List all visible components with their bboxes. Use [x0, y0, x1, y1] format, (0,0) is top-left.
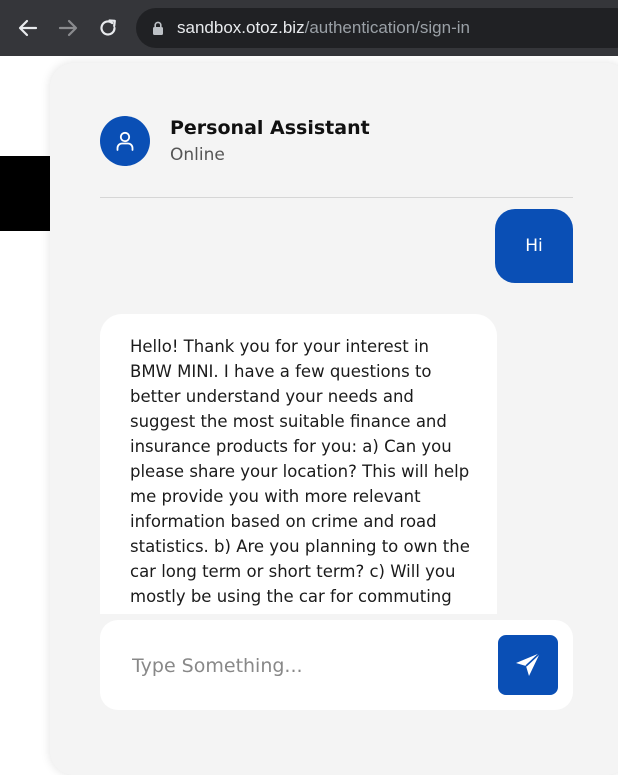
send-button[interactable] [498, 635, 558, 695]
assistant-message: Hello! Thank you for your interest in BM… [100, 314, 497, 614]
assistant-avatar [100, 116, 150, 166]
assistant-name: Personal Assistant [170, 117, 370, 139]
url-path: /authentication/sign-in [304, 18, 470, 37]
user-message-text: Hi [525, 236, 543, 256]
lock-icon [153, 21, 163, 35]
assistant-message-text: Hello! Thank you for your interest in BM… [130, 337, 470, 614]
chat-panel: Personal Assistant Online Hi Hello! Than… [50, 63, 618, 775]
user-icon [116, 131, 134, 151]
user-message: Hi [495, 209, 573, 283]
send-icon [516, 652, 541, 676]
browser-toolbar: sandbox.otoz.biz/authentication/sign-in [0, 0, 618, 56]
reload-icon [100, 19, 116, 36]
arrow-right-icon [58, 19, 78, 37]
header-divider [100, 197, 573, 198]
url-text: sandbox.otoz.biz/authentication/sign-in [177, 17, 470, 39]
url-domain: sandbox.otoz.biz [177, 18, 305, 37]
arrow-left-icon [18, 19, 38, 37]
reload-button[interactable] [94, 14, 122, 42]
chat-input[interactable] [130, 647, 464, 685]
back-button[interactable] [14, 14, 42, 42]
chat-input-bar [100, 620, 573, 710]
assistant-status: Online [170, 145, 225, 165]
address-bar[interactable]: sandbox.otoz.biz/authentication/sign-in [136, 8, 618, 48]
forward-button[interactable] [54, 14, 82, 42]
